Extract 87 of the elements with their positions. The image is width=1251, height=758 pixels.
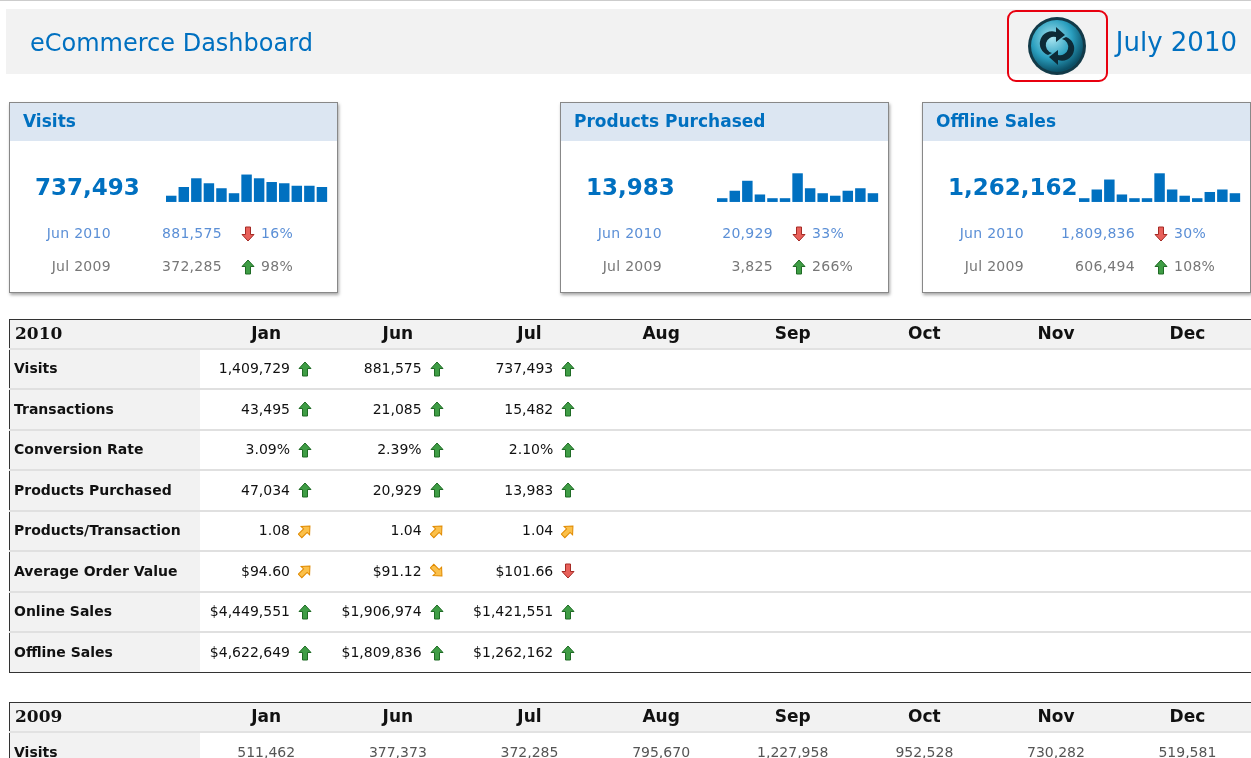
column-header: Jan: [200, 319, 333, 349]
column-header: Jun: [332, 319, 464, 349]
column-header: Sep: [726, 319, 859, 349]
table-value: 519,581: [1158, 742, 1217, 758]
table-value: 47,034: [241, 480, 291, 500]
table-value: 15,482: [504, 399, 554, 419]
table-value: $4,622,649: [209, 643, 291, 662]
column-header: Jul: [463, 319, 596, 349]
change-percent: 30%: [1173, 224, 1208, 243]
row-label: Products/Transaction: [9, 510, 201, 551]
refresh-icon: [1026, 15, 1089, 77]
column-header: Oct: [858, 702, 991, 732]
kpi-value: 13,983: [586, 172, 676, 202]
table-value: 2.10%: [508, 440, 554, 460]
table-value: $101.66: [495, 561, 554, 581]
comparison-value: 881,575: [161, 224, 222, 243]
column-header: Aug: [595, 702, 727, 732]
table-value: 795,670: [632, 742, 691, 758]
table-value: 737,493: [495, 359, 554, 379]
comparison-label: Jun 2010: [958, 224, 1024, 243]
comparison-label: Jun 2010: [45, 224, 111, 243]
comparison-value: 1,809,836: [1060, 224, 1135, 243]
comparison-label: Jul 2009: [50, 257, 111, 276]
comparison-label: Jul 2009: [963, 257, 1024, 276]
column-header: Oct: [858, 319, 991, 349]
kpi-value: 1,262,162: [948, 172, 1079, 202]
table-value: 1.04: [522, 521, 554, 541]
table-value: 730,282: [1027, 742, 1085, 758]
card-title: Products Purchased: [561, 103, 888, 141]
dashboard-title: eCommerce Dashboard: [30, 28, 313, 59]
row-label: Transactions: [9, 389, 201, 430]
table-value: 20,929: [372, 480, 422, 500]
column-header: Aug: [595, 319, 727, 349]
change-percent: 108%: [1173, 257, 1217, 276]
table-value: $1,809,836: [341, 643, 422, 662]
comparison-value: 372,285: [161, 257, 222, 276]
table-value: 43,495: [241, 399, 291, 419]
change-percent: 16%: [260, 224, 295, 243]
change-percent: 98%: [260, 257, 295, 276]
table-value: 2.39%: [377, 440, 422, 460]
column-header: Dec: [1121, 702, 1251, 732]
table-value: 1,409,729: [218, 359, 291, 379]
row-label: Visits: [9, 731, 201, 758]
period-label: July 2010: [1115, 26, 1237, 59]
row-label: Average Order Value: [9, 551, 201, 592]
row-label: Visits: [9, 348, 201, 389]
table-value: 1.08: [258, 521, 291, 541]
change-percent: 266%: [811, 257, 855, 276]
column-header: Nov: [990, 702, 1122, 732]
row-label: Conversion Rate: [9, 429, 201, 470]
row-label: Online Sales: [9, 591, 201, 632]
column-header: Jan: [200, 702, 333, 732]
table-value: 881,575: [363, 359, 422, 379]
table-value: 372,285: [500, 742, 559, 758]
kpi-value: 737,493: [35, 172, 141, 202]
row-label: Products Purchased: [9, 470, 201, 511]
comparison-label: Jun 2010: [596, 224, 662, 243]
year-header: 2009: [9, 702, 201, 732]
table-value: 21,085: [372, 399, 422, 419]
refresh-button[interactable]: [1006, 10, 1108, 82]
table-value: 1,227,958: [757, 742, 829, 758]
comparison-value: 20,929: [721, 224, 773, 243]
table-value: $1,421,551: [473, 602, 554, 622]
change-percent: 33%: [811, 224, 846, 243]
table-value: 13,983: [504, 480, 554, 500]
column-header: Jul: [463, 702, 596, 732]
table-value: 3.09%: [245, 440, 291, 460]
column-header: Jun: [332, 702, 464, 732]
column-header: Nov: [990, 319, 1122, 349]
column-header: Dec: [1121, 319, 1251, 349]
table-value: $1,262,162: [473, 643, 554, 662]
table-value: $4,449,551: [209, 602, 291, 622]
column-header: Sep: [726, 702, 859, 732]
table-value: 952,528: [895, 742, 954, 758]
card-title: Visits: [10, 103, 337, 141]
card-title: Offline Sales: [923, 103, 1250, 141]
year-header: 2010: [9, 319, 201, 349]
table-value: $1,906,974: [341, 602, 422, 622]
comparison-label: Jul 2009: [601, 257, 662, 276]
table-value: 511,462: [237, 742, 296, 758]
table-value: 377,373: [368, 742, 427, 758]
table-value: $91.12: [372, 561, 422, 581]
table-value: 1.04: [390, 521, 422, 541]
row-label: Offline Sales: [9, 632, 201, 673]
table-value: $94.60: [241, 561, 291, 581]
comparison-value: 3,825: [730, 257, 773, 276]
comparison-value: 606,494: [1074, 257, 1135, 276]
